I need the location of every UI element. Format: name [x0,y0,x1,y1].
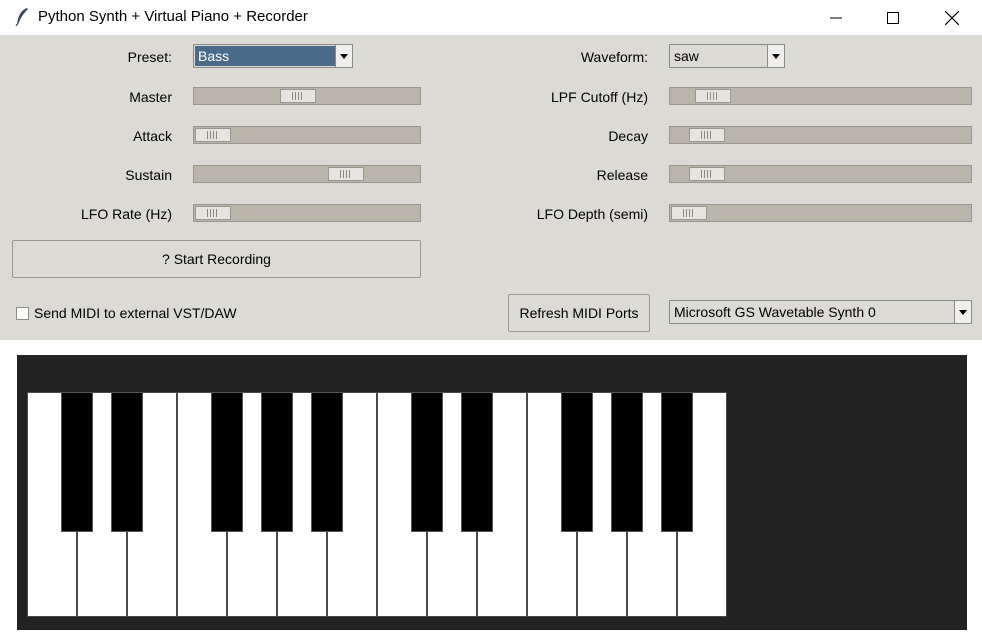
midi-port-combobox[interactable]: Microsoft GS Wavetable Synth 0 [669,300,972,324]
feather-icon [15,8,28,27]
preset-combobox[interactable]: Bass [193,44,353,68]
attack-slider-thumb[interactable] [195,128,231,142]
black-key[interactable] [61,392,93,532]
sustain-slider[interactable] [193,165,421,183]
lfo-depth-slider[interactable] [669,204,972,222]
black-key[interactable] [261,392,293,532]
piano-area [0,340,982,642]
lpf-cutoff-label: LPF Cutoff (Hz) [551,89,648,105]
waveform-combobox[interactable]: saw [669,44,785,68]
controls-panel: Preset: Bass Waveform: saw Master LPF Cu… [0,35,982,340]
lfo-depth-label: LFO Depth (semi) [536,206,648,222]
lfo-rate-label: LFO Rate (Hz) [80,206,172,222]
release-label: Release [596,167,648,183]
lpf-cutoff-slider-thumb[interactable] [695,89,731,103]
black-key[interactable] [211,392,243,532]
title-bar: Python Synth + Virtual Piano + Recorder [0,0,982,35]
chevron-down-icon[interactable] [767,45,784,67]
preset-label: Preset: [127,49,172,65]
decay-slider[interactable] [669,126,972,144]
waveform-value: saw [674,48,699,64]
send-midi-checkbox[interactable] [16,307,29,320]
refresh-midi-ports-button[interactable]: Refresh MIDI Ports [508,294,650,332]
attack-label: Attack [133,128,172,144]
lfo-depth-slider-thumb[interactable] [671,206,707,220]
maximize-button[interactable] [865,0,921,35]
master-slider-thumb[interactable] [280,89,316,103]
synth-window: Python Synth + Virtual Piano + Recorder … [0,0,982,642]
midi-port-value: Microsoft GS Wavetable Synth 0 [674,304,876,320]
sustain-label: Sustain [125,167,172,183]
waveform-label: Waveform: [580,49,648,65]
master-label: Master [129,89,172,105]
black-key[interactable] [311,392,343,532]
piano-keyboard [17,355,967,630]
black-key[interactable] [611,392,643,532]
black-key[interactable] [461,392,493,532]
minimize-icon [830,17,842,18]
release-slider-thumb[interactable] [689,167,725,181]
black-key[interactable] [111,392,143,532]
window-title: Python Synth + Virtual Piano + Recorder [38,8,308,25]
release-slider[interactable] [669,165,972,183]
lfo-rate-slider-thumb[interactable] [195,206,231,220]
start-recording-button[interactable]: ? Start Recording [12,240,421,278]
lpf-cutoff-slider[interactable] [669,87,972,105]
minimize-button[interactable] [808,0,864,35]
black-key[interactable] [411,392,443,532]
maximize-icon [887,11,899,24]
close-button[interactable] [924,0,980,35]
send-midi-label: Send MIDI to external VST/DAW [34,305,237,321]
decay-label: Decay [608,128,648,144]
chevron-down-icon[interactable] [335,45,352,67]
attack-slider[interactable] [193,126,421,144]
close-icon [945,10,959,25]
black-key[interactable] [561,392,593,532]
chevron-down-icon[interactable] [954,301,971,323]
lfo-rate-slider[interactable] [193,204,421,222]
master-slider[interactable] [193,87,421,105]
preset-value: Bass [195,46,335,66]
decay-slider-thumb[interactable] [689,128,725,142]
black-key[interactable] [661,392,693,532]
sustain-slider-thumb[interactable] [328,167,364,181]
